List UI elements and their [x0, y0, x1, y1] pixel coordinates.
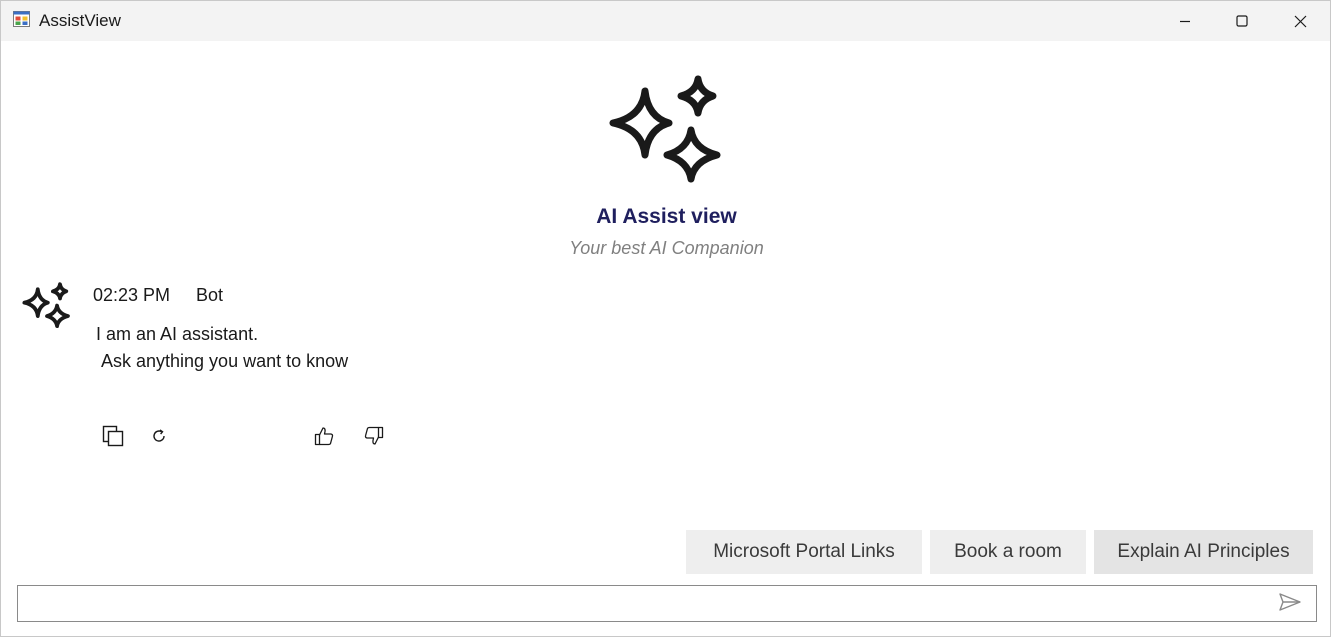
- close-icon: [1294, 15, 1307, 28]
- prompt-input[interactable]: [26, 590, 1266, 617]
- suggestion-book-a-room[interactable]: Book a room: [930, 530, 1086, 574]
- app-window-icon: [13, 11, 30, 27]
- sparkles-icon: [22, 282, 70, 329]
- maximize-button[interactable]: [1213, 1, 1271, 41]
- thumbs-down-button[interactable]: [361, 425, 387, 451]
- message-text-line-2: Ask anything you want to know: [101, 351, 349, 371]
- suggestion-explain-ai-principles[interactable]: Explain AI Principles: [1094, 530, 1313, 574]
- close-button[interactable]: [1271, 1, 1329, 41]
- bot-avatar: [21, 282, 73, 330]
- minimize-button[interactable]: [1156, 1, 1214, 41]
- header-title: AI Assist view: [596, 205, 737, 228]
- prompt-input-box[interactable]: [17, 585, 1317, 622]
- sparkles-icon: [605, 75, 729, 187]
- message-sender: Bot: [196, 285, 224, 305]
- thumbs-up-icon: [313, 425, 335, 452]
- message-timestamp: 02:23 PM: [93, 285, 171, 305]
- regenerate-icon: [151, 428, 167, 449]
- copy-button[interactable]: [100, 425, 126, 451]
- suggestion-microsoft-portal-links[interactable]: Microsoft Portal Links: [686, 530, 922, 574]
- minimize-icon: [1179, 15, 1191, 27]
- regenerate-button[interactable]: [146, 425, 172, 451]
- window-title: AssistView: [39, 11, 121, 30]
- send-icon: [1278, 592, 1302, 617]
- title-bar[interactable]: AssistView: [1, 1, 1330, 41]
- copy-icon: [101, 424, 125, 453]
- thumbs-up-button[interactable]: [311, 425, 337, 451]
- header-subtitle: Your best AI Companion: [569, 238, 764, 258]
- assist-view-window: AssistView AI Assist view Your best AI C…: [0, 0, 1331, 637]
- maximize-icon: [1236, 15, 1248, 27]
- thumbs-down-icon: [363, 425, 385, 452]
- message-text-line-1: I am an AI assistant.: [96, 324, 259, 344]
- send-button[interactable]: [1277, 592, 1303, 617]
